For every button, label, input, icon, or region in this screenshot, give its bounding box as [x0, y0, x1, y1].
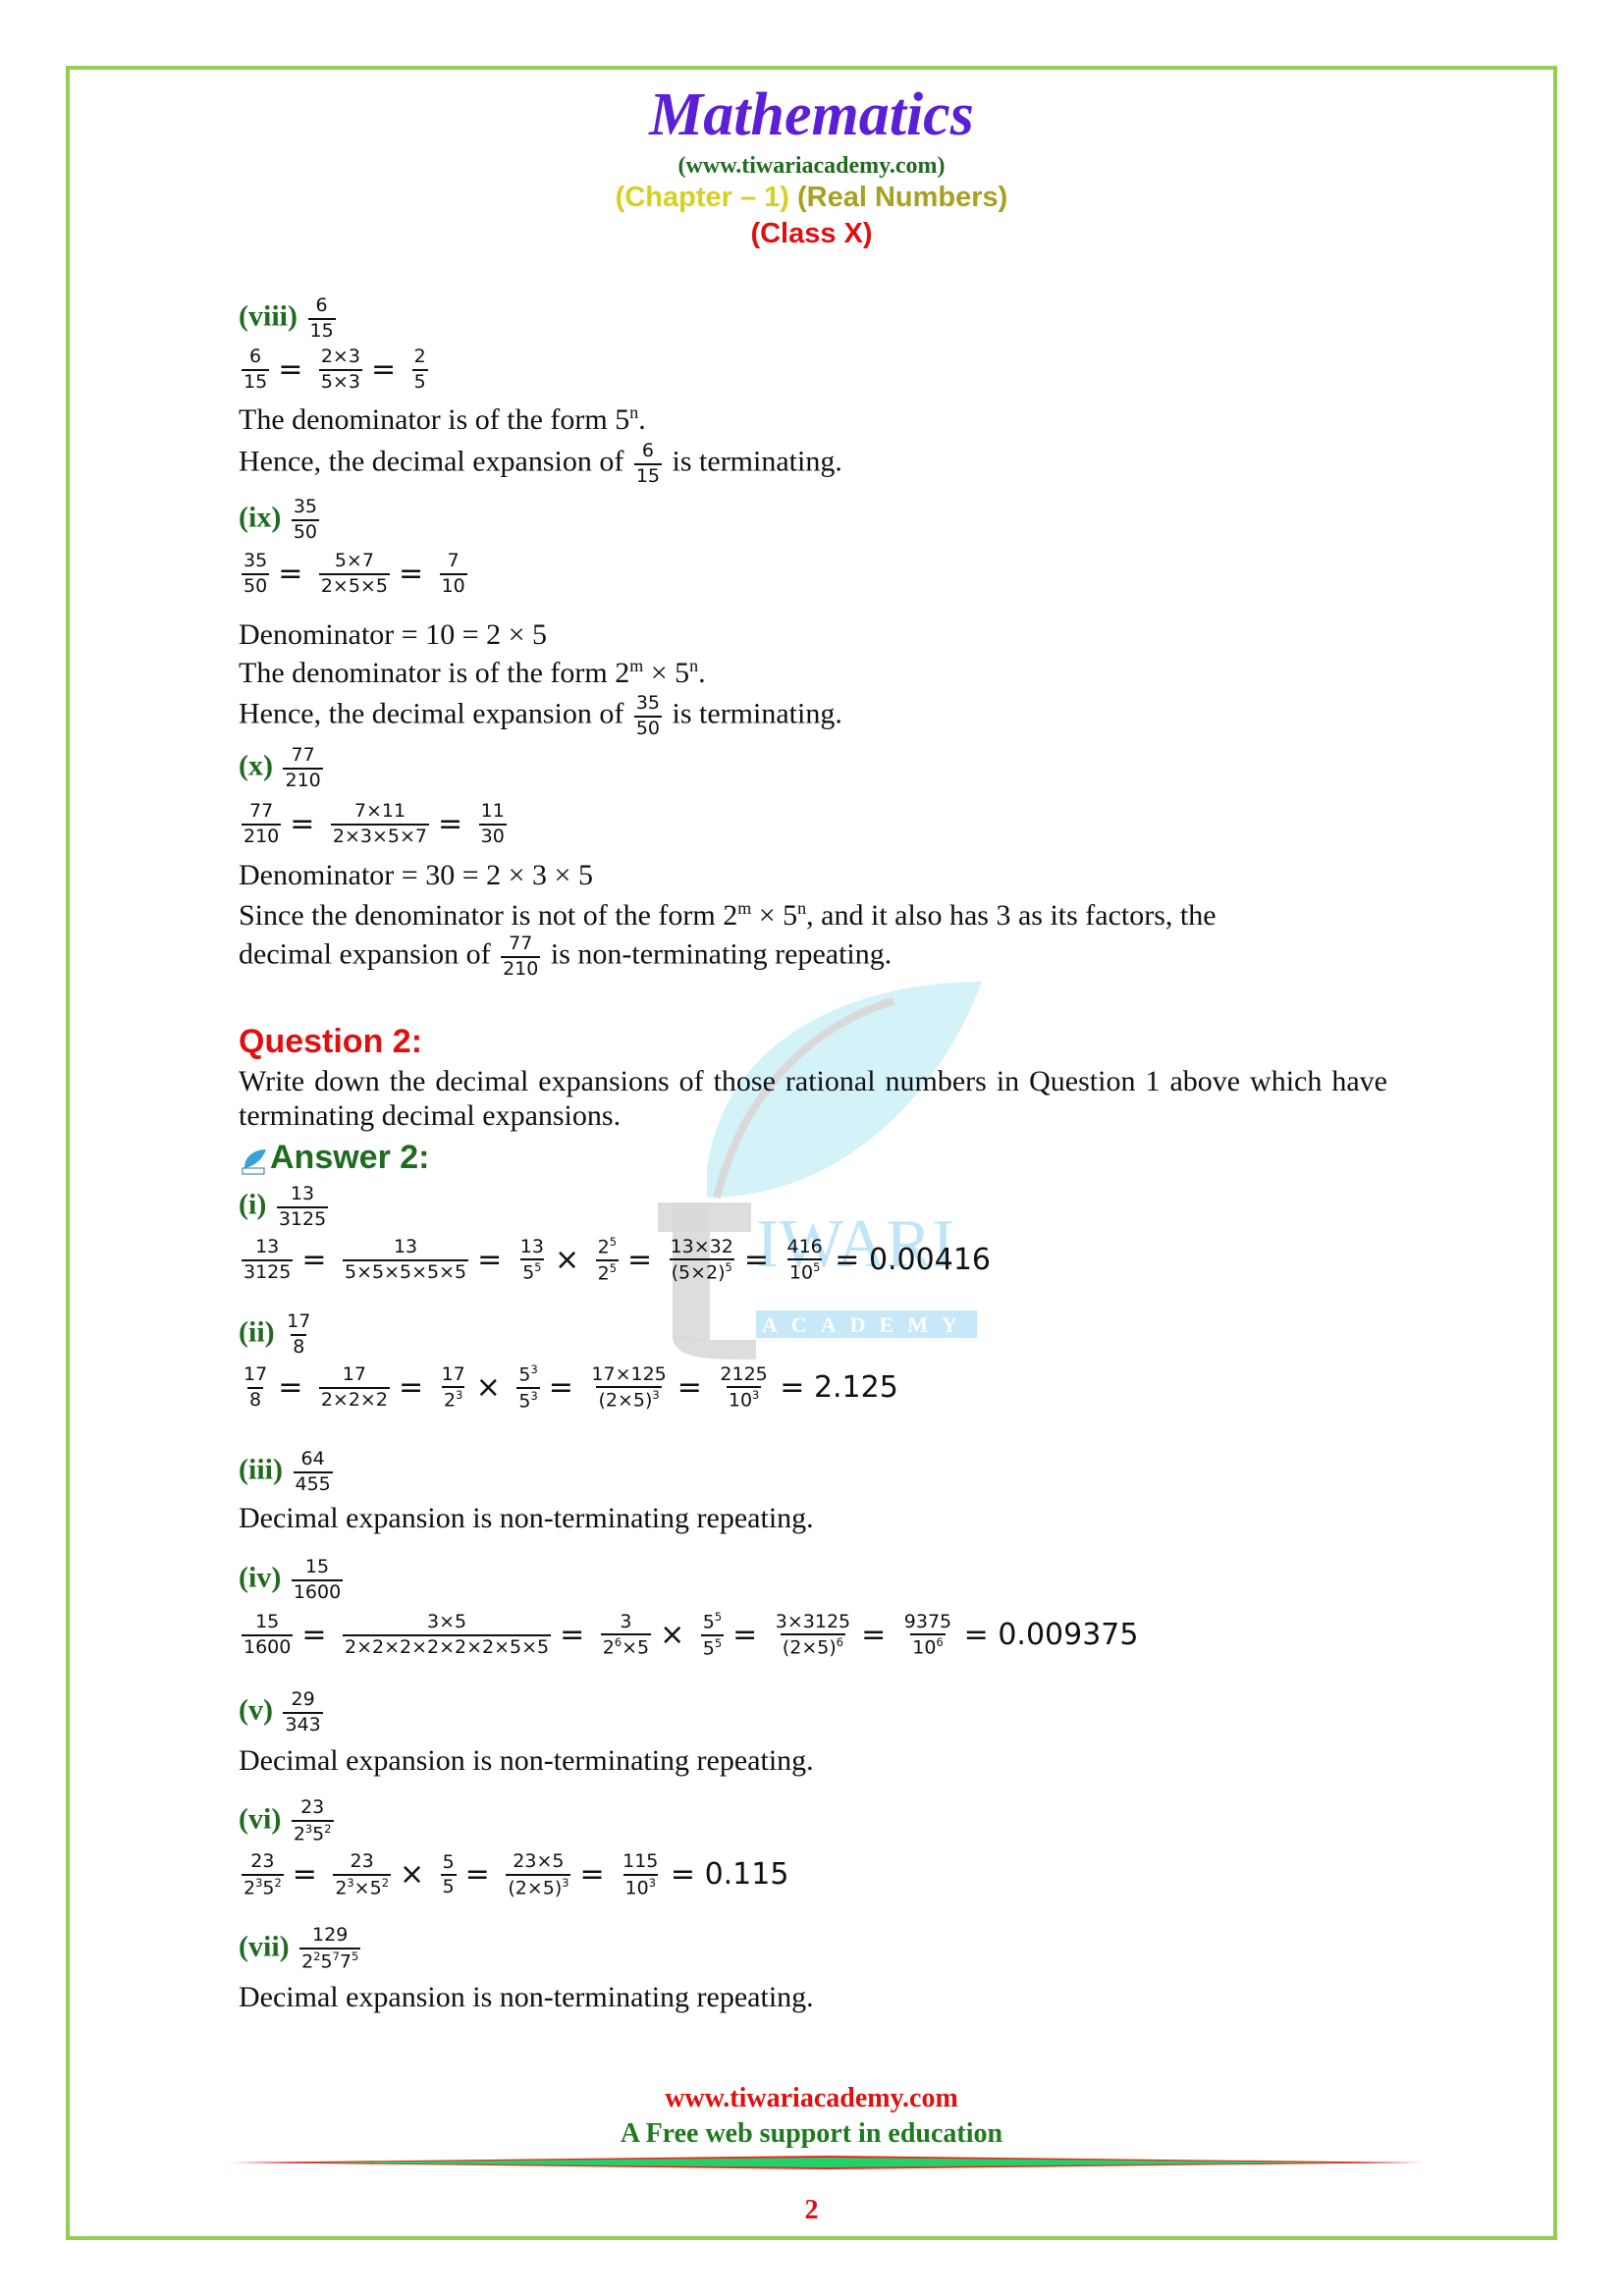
- part-label: (ix): [239, 501, 282, 534]
- fraction: 77 210: [501, 933, 541, 980]
- tiwari-leaf-logo-icon: [242, 1149, 266, 1175]
- answer-2-title: Answer 2:: [270, 1139, 430, 1176]
- part-label: (viii): [239, 299, 298, 333]
- fraction: 2×3 5×3: [318, 346, 362, 393]
- fraction: 15 1600: [291, 1556, 344, 1603]
- fraction: 6 15: [633, 440, 663, 487]
- answer-part-i-equation: 13 3125 = 13 5×5×5×5×5 = 13 55 × 25 25 = 13×32 (5…: [242, 1235, 991, 1285]
- part-label: (ii): [239, 1315, 275, 1349]
- part-label: (v): [239, 1693, 273, 1727]
- result-value: = 0.115: [670, 1857, 789, 1893]
- answer-part-vi-heading: (vi) 23 2352: [239, 1796, 334, 1845]
- fraction: 129 225775: [299, 1924, 361, 1973]
- part-ix-heading: (ix) 35 50: [239, 496, 322, 545]
- answer-2-heading: Answer 2:: [239, 1139, 430, 1177]
- answer-part-v-heading: (v) 29 343: [239, 1688, 326, 1737]
- part-viii-equation: 6 15 = 2×3 5×3 = 25: [242, 346, 428, 393]
- part-x-denominator: Denominator = 30 = 2 × 3 × 5: [239, 859, 593, 891]
- answer-part-iv-equation: 15 1600 = 3×5 2×2×2×2×2×2×5×5 = 3 26×5 × 55 55 =…: [242, 1610, 1139, 1660]
- fraction: 29 343: [283, 1688, 323, 1735]
- fraction: 17 8: [287, 1310, 311, 1358]
- question-2-title: Question 2:: [239, 1023, 423, 1060]
- part-x-heading: (x) 77 210: [239, 744, 326, 793]
- fraction: 6 15: [307, 294, 336, 342]
- fraction: 13 3125: [276, 1183, 329, 1230]
- answer-part-iii-heading: (iii) 64 455: [239, 1448, 336, 1497]
- answer-part-ii-equation: 17 8 = 17 2×2×2 = 17 23 × 53 53 = 17×125 (2×5)3 = …: [243, 1362, 898, 1413]
- part-viii-form-line: The denominator is of the form 5n.: [239, 402, 646, 436]
- answer-part-iii-text: Decimal expansion is non-terminating rep…: [239, 1502, 814, 1534]
- part-ix-equation: 35 50 = 5×7 2×5×5 = 7 10: [242, 550, 467, 597]
- part-x-equation: 77 210 = 7×11 2×3×5×7 = 11 30: [242, 800, 507, 847]
- part-label: (x): [239, 749, 273, 782]
- answer-part-v-text: Decimal expansion is non-terminating rep…: [239, 1744, 814, 1777]
- result-value: = 0.009375: [963, 1617, 1139, 1652]
- footer-divider: [231, 2156, 1424, 2169]
- answer-part-i-heading: (i) 13 3125: [239, 1183, 331, 1232]
- fraction: 7 10: [439, 550, 467, 597]
- fraction: 35 50: [291, 496, 320, 543]
- result-value: = 0.00416: [835, 1242, 991, 1277]
- chapter-name: (Real Numbers): [797, 182, 1008, 213]
- fraction: 25: [411, 346, 428, 393]
- part-ix-conclusion: Hence, the decimal expansion of 35 50 is …: [239, 692, 842, 739]
- part-viii-heading: (viii) 6 15: [239, 294, 339, 344]
- fraction: 77 210: [242, 800, 282, 847]
- answer-part-iv-heading: (iv) 15 1600: [239, 1556, 346, 1605]
- chapter-number: (Chapter – 1): [615, 182, 789, 213]
- fraction: 7×11 2×3×5×7: [330, 800, 430, 847]
- part-ix-form-line: The denominator is of the form 2m × 5n.: [239, 656, 706, 689]
- footer-site-link[interactable]: www.tiwariacademy.com: [0, 2083, 1623, 2114]
- answer-part-vii-text: Decimal expansion is non-terminating rep…: [239, 1981, 814, 2013]
- fraction: 64 455: [293, 1448, 333, 1495]
- footer-tagline: A Free web support in education: [620, 2118, 1003, 2149]
- fraction: 35 50: [633, 692, 663, 739]
- fraction: 77 210: [283, 744, 323, 791]
- class-heading: (Class X): [750, 218, 873, 249]
- part-ix-denominator: Denominator = 10 = 2 × 5: [239, 618, 548, 651]
- page-number: 2: [804, 2195, 819, 2225]
- header-site-link: (www.tiwariacademy.com): [677, 153, 946, 179]
- fraction: 11 30: [478, 800, 507, 847]
- part-viii-conclusion: Hence, the decimal expansion of 6 15 is t…: [239, 440, 842, 487]
- answer-part-ii-heading: (ii) 17 8: [239, 1310, 315, 1360]
- part-label: (iv): [239, 1561, 282, 1594]
- chapter-heading: (Chapter – 1) (Real Numbers): [0, 182, 1623, 214]
- part-label: (iii): [239, 1453, 283, 1486]
- question-2-text: Write down the decimal expansions of tho…: [239, 1065, 1387, 1132]
- part-label: (vii): [239, 1930, 290, 1963]
- part-label: (i): [239, 1188, 267, 1221]
- part-x-reason-line: Since the denominator is not of the form…: [239, 898, 1217, 932]
- page-title: Mathematics: [649, 81, 974, 148]
- answer-part-vi-equation: 23 2352 = 23 23×52 × 5 5 = 23×5 (2×5)3 = 115 103 …: [242, 1850, 789, 1899]
- answer-part-vii-heading: (vii) 129 225775: [239, 1924, 363, 1974]
- fraction: 35 50: [242, 550, 270, 597]
- part-label: (vi): [239, 1802, 282, 1836]
- part-x-conclusion: decimal expansion of 77 210 is non-termin…: [239, 933, 893, 980]
- fraction: 6 15: [242, 346, 270, 393]
- fraction: 5×7 2×5×5: [318, 550, 390, 597]
- result-value: = 2.125: [780, 1369, 898, 1405]
